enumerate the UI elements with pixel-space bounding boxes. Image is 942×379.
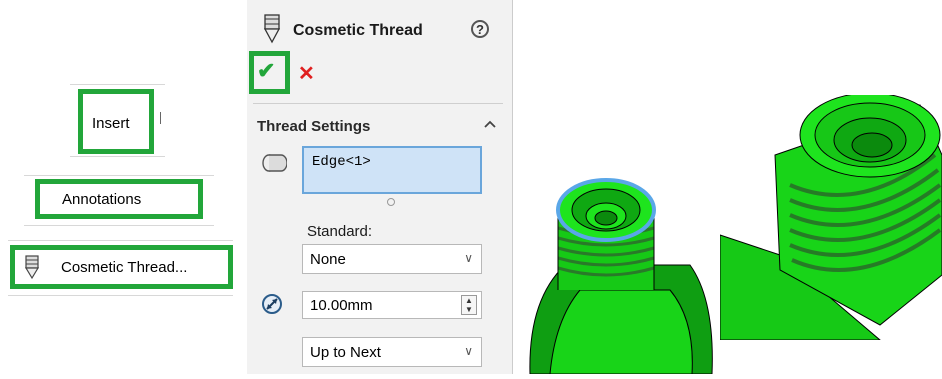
collapse-chevron-icon[interactable] <box>483 117 497 129</box>
annotations-highlight <box>35 179 203 219</box>
model-view-after[interactable] <box>719 92 942 341</box>
edge-selection-value: Edge<1> <box>312 154 371 170</box>
depth-icon <box>261 293 283 315</box>
spinner-buttons[interactable]: ▲ ▼ <box>461 295 477 315</box>
thread-settings-header[interactable]: Thread Settings <box>257 118 370 135</box>
panel-divider <box>512 0 513 374</box>
model-view-before[interactable] <box>520 150 720 375</box>
end-condition-value: Up to Next <box>310 344 381 361</box>
divider <box>253 103 503 104</box>
property-manager: Cosmetic Thread ? ✔ ✕ Thread Settings Ed… <box>247 0 512 374</box>
dropdown-arrow-icon: ∨ <box>464 344 473 358</box>
depth-value: 10.00mm <box>310 297 373 314</box>
edge-selection-icon <box>261 152 288 174</box>
ok-check-icon[interactable]: ✔ <box>257 58 275 84</box>
end-condition-dropdown[interactable]: Up to Next ∨ <box>302 337 482 367</box>
cosmetic-thread-icon <box>260 14 284 46</box>
menu-divider <box>8 240 233 241</box>
menu-divider <box>70 84 165 85</box>
standard-label: Standard: <box>307 223 373 240</box>
dropdown-arrow-icon: ∨ <box>464 251 473 265</box>
cosmetic-thread-highlight <box>10 245 233 289</box>
standard-value: None <box>310 251 346 268</box>
menu-divider <box>24 225 214 226</box>
depth-input[interactable]: 10.00mm ▲ ▼ <box>302 291 482 319</box>
menu-divider <box>70 156 165 157</box>
menu-divider <box>8 295 233 296</box>
resize-handle[interactable] <box>387 198 395 206</box>
menu-divider <box>24 175 214 176</box>
standard-dropdown[interactable]: None ∨ <box>302 244 482 274</box>
insert-highlight <box>78 89 154 154</box>
help-icon[interactable]: ? <box>471 20 489 38</box>
property-manager-title: Cosmetic Thread <box>293 22 423 39</box>
menu-separator <box>160 112 161 124</box>
edge-selection-box[interactable]: Edge<1> <box>302 146 482 194</box>
cancel-x-icon[interactable]: ✕ <box>298 61 315 86</box>
